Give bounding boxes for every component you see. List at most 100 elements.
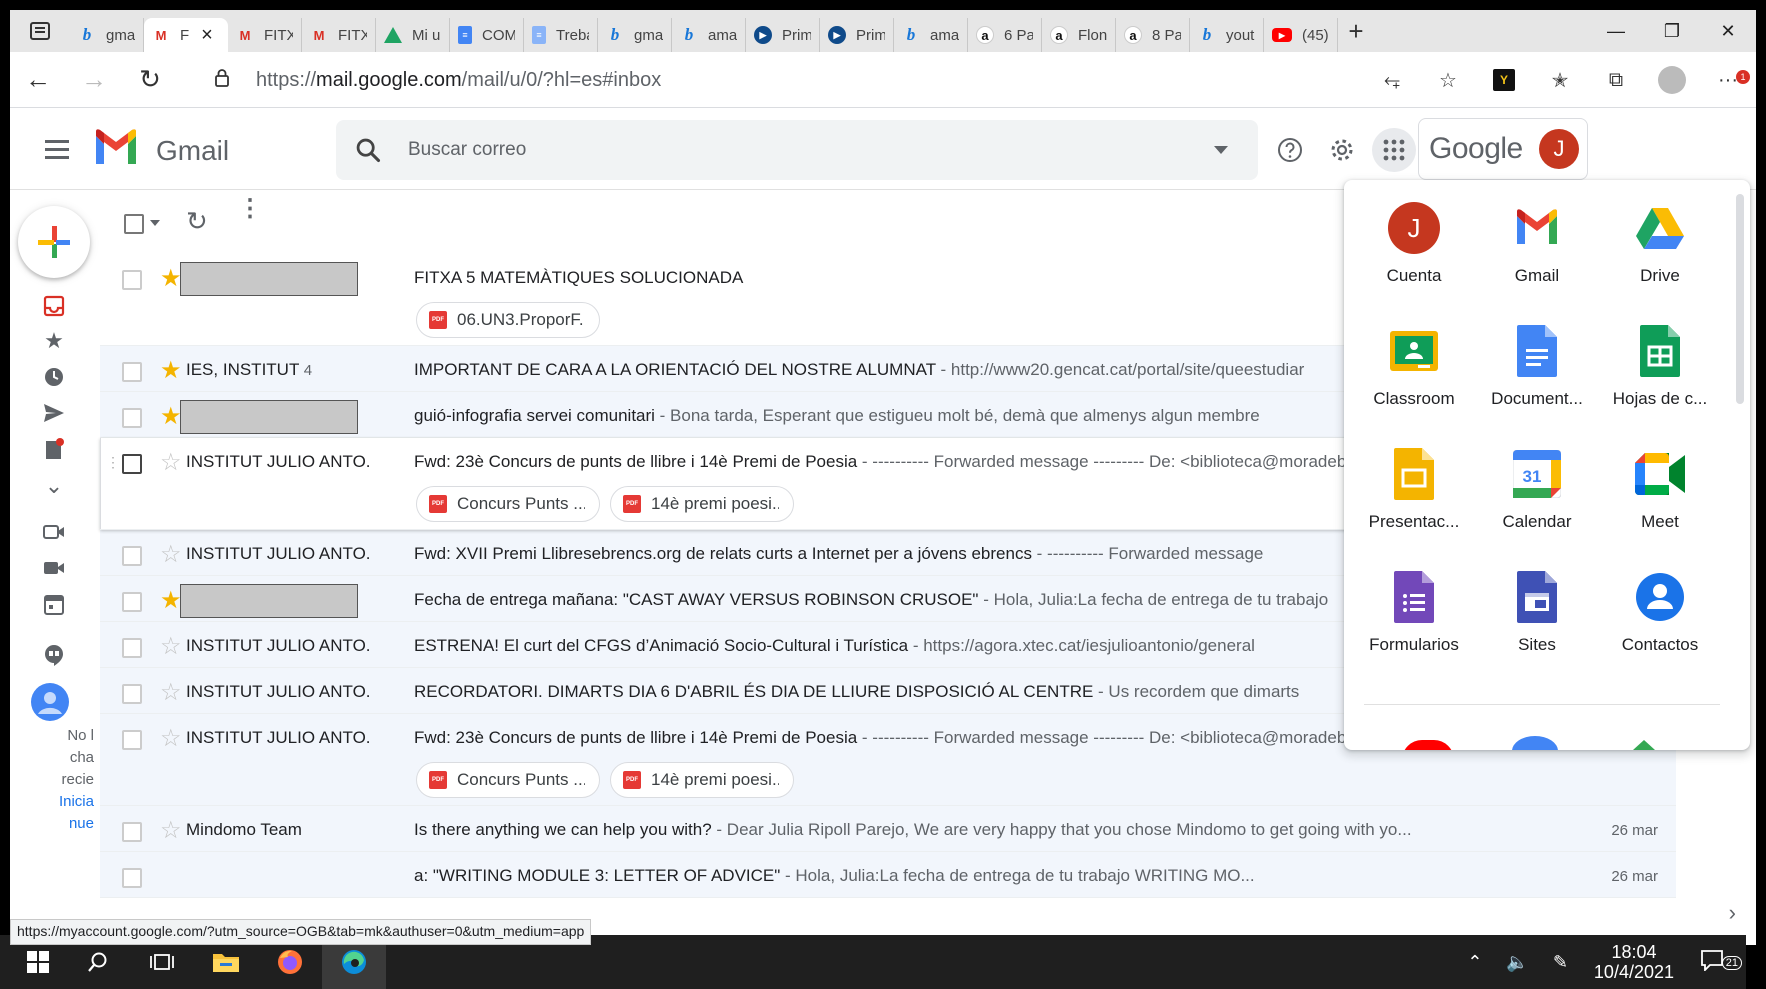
hangouts-avatar-icon[interactable]: [30, 682, 70, 722]
browser-tab[interactable]: ≡ COM: [450, 18, 524, 52]
play-app-partial-icon[interactable]: [1622, 740, 1666, 750]
row-checkbox[interactable]: [122, 362, 142, 382]
app-slides[interactable]: Presentac...: [1354, 428, 1474, 538]
apps-panel-scrollbar[interactable]: [1736, 194, 1744, 404]
browser-tab[interactable]: M F ×: [144, 18, 228, 52]
browser-tab[interactable]: Mi un: [376, 18, 450, 52]
attachment-chip[interactable]: PDF 14è premi poesi...: [610, 762, 794, 798]
select-dropdown-icon[interactable]: [150, 220, 160, 226]
browser-tab[interactable]: bamaz: [672, 18, 746, 52]
tab-close-icon[interactable]: ×: [201, 24, 213, 47]
row-checkbox[interactable]: [122, 822, 142, 842]
add-favorite-icon[interactable]: ☆: [1420, 68, 1476, 93]
favorites-icon[interactable]: ✭: [1532, 68, 1588, 93]
attachment-chip[interactable]: PDF 06.UN3.ProporF...: [416, 302, 600, 338]
show-hidden-icons-chevron-up-icon[interactable]: ⌃: [1455, 952, 1494, 973]
minimize-button[interactable]: —: [1588, 10, 1644, 52]
gmail-wordmark[interactable]: Gmail: [156, 135, 229, 167]
mail-row[interactable]: a: "WRITING MODULE 3: LETTER OF ADVICE" …: [100, 852, 1676, 898]
gmail-logo-icon[interactable]: [92, 128, 140, 168]
search-input[interactable]: [408, 132, 1168, 168]
app-meet[interactable]: Meet: [1600, 428, 1720, 538]
app-classroom[interactable]: Classroom: [1354, 305, 1474, 415]
calendar-rail-icon[interactable]: [40, 590, 68, 618]
settings-button[interactable]: [1320, 128, 1364, 172]
star-outline-icon[interactable]: ☆: [160, 448, 182, 477]
app-calendar[interactable]: 31 Calendar: [1477, 428, 1597, 538]
extension-icon[interactable]: Y: [1476, 69, 1532, 91]
app-sites[interactable]: Sites: [1477, 551, 1597, 661]
browser-tab[interactable]: a 6 Par: [968, 18, 1042, 52]
hangouts-icon[interactable]: [40, 642, 68, 670]
star-outline-icon[interactable]: ☆: [160, 540, 182, 569]
star-filled-icon[interactable]: ★: [160, 402, 182, 431]
browser-tab[interactable]: a Flong: [1042, 18, 1116, 52]
browser-tab[interactable]: ▶ Prime: [820, 18, 894, 52]
star-outline-icon[interactable]: ☆: [160, 678, 182, 707]
app-drive[interactable]: Drive: [1600, 182, 1720, 292]
snoozed-icon[interactable]: [40, 363, 68, 391]
app-forms[interactable]: Formularios: [1354, 551, 1474, 661]
browser-tab[interactable]: M FITXA: [302, 18, 376, 52]
app-gmail[interactable]: Gmail: [1477, 182, 1597, 292]
maps-app-partial-icon[interactable]: [1512, 736, 1558, 750]
row-checkbox[interactable]: [122, 546, 142, 566]
browser-tab[interactable]: ≡ Treba: [524, 18, 598, 52]
browser-tab[interactable]: ▶ (45) c: [1264, 18, 1338, 52]
app-contacts[interactable]: Contactos: [1600, 551, 1720, 661]
volume-icon[interactable]: 🔈: [1494, 952, 1540, 973]
join-meeting-icon[interactable]: [40, 554, 68, 582]
more-chevron-down-icon[interactable]: ⌄: [40, 472, 68, 500]
start-new-chat-link-2[interactable]: nue: [34, 812, 94, 836]
main-menu-button[interactable]: [40, 132, 74, 166]
row-checkbox[interactable]: [122, 684, 142, 704]
attachment-chip[interactable]: PDF Concurs Punts ...: [416, 762, 600, 798]
browser-tab[interactable]: M FITXA: [228, 18, 302, 52]
row-checkbox[interactable]: [122, 868, 142, 888]
search-icon[interactable]: [354, 136, 382, 164]
more-actions-icon[interactable]: ⋮: [238, 197, 262, 221]
select-all-checkbox[interactable]: [124, 214, 144, 234]
star-outline-icon[interactable]: ☆: [160, 632, 182, 661]
sent-icon[interactable]: [40, 399, 68, 427]
browser-tab[interactable]: bamaz: [894, 18, 968, 52]
drafts-icon[interactable]: [40, 436, 68, 464]
taskbar-clock[interactable]: 18:04 10/4/2021: [1580, 942, 1688, 982]
collections-icon[interactable]: ⧉: [1588, 69, 1644, 92]
address-url[interactable]: https://mail.google.com/mail/u/0/?hl=es#…: [256, 69, 661, 92]
browser-tab[interactable]: ▶ Prime: [746, 18, 820, 52]
browser-tab[interactable]: bgmail: [70, 18, 144, 52]
reload-button[interactable]: ↻: [122, 52, 178, 108]
google-apps-button[interactable]: [1372, 128, 1416, 172]
start-new-chat-link-1[interactable]: Inicia: [34, 790, 94, 814]
google-account-button[interactable]: Google J: [1418, 118, 1588, 180]
inbox-icon[interactable]: [40, 292, 68, 320]
compose-button[interactable]: [18, 206, 90, 278]
forward-button[interactable]: →: [66, 52, 122, 108]
row-checkbox[interactable]: [122, 592, 142, 612]
search-options-icon[interactable]: [1214, 146, 1228, 154]
reader-view-icon[interactable]: ⥆: [1364, 69, 1420, 92]
lock-icon[interactable]: [214, 68, 242, 93]
youtube-app-partial-icon[interactable]: [1402, 740, 1454, 750]
row-checkbox[interactable]: [122, 730, 142, 750]
side-panel-toggle-chevron-icon[interactable]: ›: [1729, 900, 1736, 926]
back-button[interactable]: ←: [10, 52, 66, 108]
restore-button[interactable]: ❐: [1644, 10, 1700, 52]
profile-button[interactable]: [1644, 66, 1700, 94]
address-bar[interactable]: https://mail.google.com/mail/u/0/?hl=es#…: [196, 58, 1406, 102]
tab-actions-menu[interactable]: [10, 10, 70, 52]
settings-more-icon[interactable]: ···: [1700, 69, 1756, 92]
browser-tab[interactable]: a 8 Par: [1116, 18, 1190, 52]
star-outline-icon[interactable]: ☆: [160, 816, 182, 845]
row-checkbox[interactable]: [122, 270, 142, 290]
new-meeting-icon[interactable]: [40, 518, 68, 546]
pen-icon[interactable]: ✎: [1541, 952, 1580, 973]
star-filled-icon[interactable]: ★: [160, 264, 182, 293]
row-checkbox[interactable]: [122, 638, 142, 658]
support-button[interactable]: [1268, 128, 1312, 172]
star-outline-icon[interactable]: ☆: [160, 724, 182, 753]
app-docs[interactable]: Document...: [1477, 305, 1597, 415]
row-checkbox[interactable]: [122, 408, 142, 428]
star-filled-icon[interactable]: ★: [160, 356, 182, 385]
